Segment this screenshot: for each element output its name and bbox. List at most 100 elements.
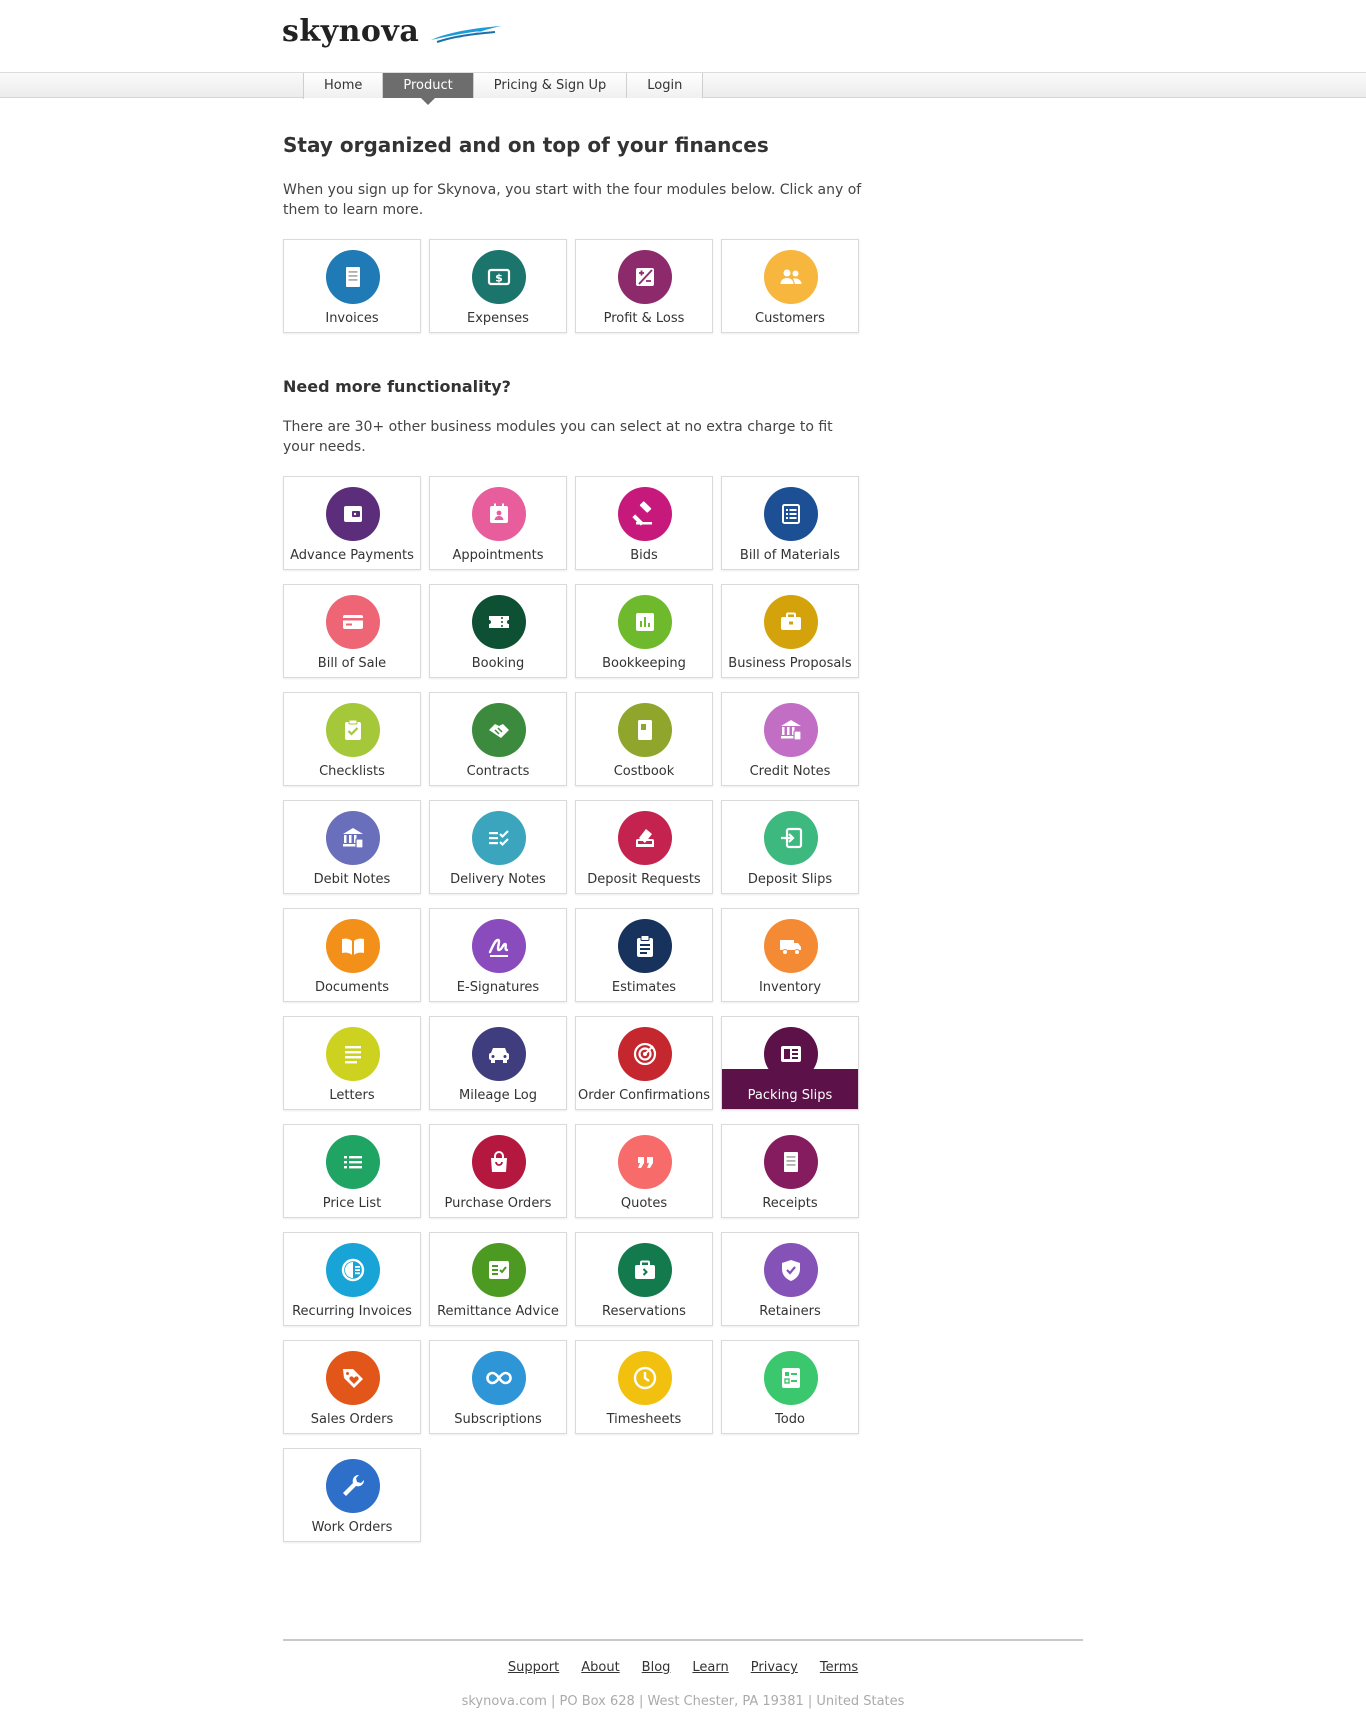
module-tile-packing-slips[interactable]: Packing Slips [721, 1016, 859, 1110]
module-tile-advance-payments[interactable]: Advance Payments [283, 476, 421, 570]
briefcase-arrow-icon [618, 1243, 672, 1297]
module-tile-bill-of-sale[interactable]: Bill of Sale [283, 584, 421, 678]
module-tile-booking[interactable]: Booking [429, 584, 567, 678]
more-functionality-title: Need more functionality? [283, 377, 511, 396]
bank-icon [326, 811, 380, 865]
page-title: Stay organized and on top of your financ… [283, 133, 769, 157]
module-tile-letters[interactable]: Letters [283, 1016, 421, 1110]
module-tile-estimates[interactable]: Estimates [575, 908, 713, 1002]
module-tile-documents[interactable]: Documents [283, 908, 421, 1002]
logo[interactable]: skynova [282, 14, 503, 49]
module-label: Quotes [620, 1196, 668, 1211]
calendar-icon [472, 487, 526, 541]
module-tile-bill-of-materials[interactable]: Bill of Materials [721, 476, 859, 570]
module-tile-invoices[interactable]: Invoices [283, 239, 421, 333]
module-tile-subscriptions[interactable]: Subscriptions [429, 1340, 567, 1434]
module-tile-business-proposals[interactable]: Business Proposals [721, 584, 859, 678]
module-tile-timesheets[interactable]: Timesheets [575, 1340, 713, 1434]
module-label: Booking [471, 656, 525, 671]
module-tile-work-orders[interactable]: Work Orders [283, 1448, 421, 1542]
module-tile-price-list[interactable]: Price List [283, 1124, 421, 1218]
main-nav: Home Product Pricing & Sign Up Login [303, 73, 704, 105]
briefcase-icon [764, 595, 818, 649]
module-tile-deposit-requests[interactable]: Deposit Requests [575, 800, 713, 894]
module-tile-bookkeeping[interactable]: Bookkeeping [575, 584, 713, 678]
module-tile-order-confirmations[interactable]: Order Confirmations [575, 1016, 713, 1110]
ticket-icon [472, 595, 526, 649]
module-tile-receipts[interactable]: Receipts [721, 1124, 859, 1218]
module-label: Customers [755, 311, 825, 326]
module-tile-remittance-advice[interactable]: Remittance Advice [429, 1232, 567, 1326]
module-tile-retainers[interactable]: Retainers [721, 1232, 859, 1326]
module-label: Bill of Materials [739, 548, 841, 563]
module-tile-reservations[interactable]: Reservations [575, 1232, 713, 1326]
price-list-icon [326, 1135, 380, 1189]
module-tile-expenses[interactable]: $ Expenses [429, 239, 567, 333]
module-tile-deposit-slips[interactable]: Deposit Slips [721, 800, 859, 894]
module-tile-costbook[interactable]: Costbook [575, 692, 713, 786]
module-label: Advance Payments [290, 548, 414, 563]
module-label: Receipts [762, 1196, 818, 1211]
module-tile-inventory[interactable]: Inventory [721, 908, 859, 1002]
site-header: skynova [0, 0, 1366, 72]
module-label: Price List [322, 1196, 382, 1211]
nav-tab-product[interactable]: Product [383, 73, 474, 105]
module-tile-todo[interactable]: Todo [721, 1340, 859, 1434]
module-tile-delivery-notes[interactable]: Delivery Notes [429, 800, 567, 894]
module-tile-quotes[interactable]: Quotes [575, 1124, 713, 1218]
module-label: Sales Orders [310, 1412, 394, 1427]
receipt-icon [764, 1135, 818, 1189]
nav-tab-login[interactable]: Login [627, 73, 704, 98]
module-label: Order Confirmations [578, 1088, 710, 1103]
module-tile-mileage-log[interactable]: Mileage Log [429, 1016, 567, 1110]
module-label: Timesheets [606, 1412, 682, 1427]
module-label: Todo [775, 1412, 805, 1427]
module-tile-checklists[interactable]: Checklists [283, 692, 421, 786]
footer-link-blog[interactable]: Blog [642, 1660, 671, 1675]
module-label: Letters [329, 1088, 375, 1103]
module-label: Bookkeeping [602, 656, 686, 671]
module-label: Inventory [758, 980, 822, 995]
sign-in-icon [764, 811, 818, 865]
infinity-icon [472, 1351, 526, 1405]
module-tile-purchase-orders[interactable]: Purchase Orders [429, 1124, 567, 1218]
footer-links: Support About Blog Learn Privacy Terms [283, 1660, 1083, 1675]
module-tile-e-signatures[interactable]: E-Signatures [429, 908, 567, 1002]
bank-icon [764, 703, 818, 757]
module-tile-appointments[interactable]: Appointments [429, 476, 567, 570]
footer-link-privacy[interactable]: Privacy [751, 1660, 798, 1675]
car-icon [472, 1027, 526, 1081]
nav-tab-pricing-sign-up[interactable]: Pricing & Sign Up [473, 73, 628, 98]
footer-divider [283, 1639, 1083, 1641]
module-label: Business Proposals [728, 656, 852, 671]
clipboard-check-icon [326, 703, 380, 757]
module-tile-customers[interactable]: Customers [721, 239, 859, 333]
users-icon [764, 250, 818, 304]
footer-link-learn[interactable]: Learn [692, 1660, 728, 1675]
module-label: Deposit Slips [747, 872, 833, 887]
footer-link-about[interactable]: About [581, 1660, 619, 1675]
module-tile-sales-orders[interactable]: Sales Orders [283, 1340, 421, 1434]
module-tile-contracts[interactable]: Contracts [429, 692, 567, 786]
module-tile-bids[interactable]: Bids [575, 476, 713, 570]
more-functionality-intro: There are 30+ other business modules you… [283, 419, 833, 455]
navigation-bar: Home Product Pricing & Sign Up Login [0, 72, 1366, 105]
module-tile-recurring-invoices[interactable]: Recurring Invoices [283, 1232, 421, 1326]
chart-icon [618, 595, 672, 649]
quote-icon [618, 1135, 672, 1189]
half-circle-icon [326, 1243, 380, 1297]
todo-icon [764, 1351, 818, 1405]
module-tile-credit-notes[interactable]: Credit Notes [721, 692, 859, 786]
wrench-icon [326, 1459, 380, 1513]
newspaper-icon [764, 1027, 818, 1081]
footer-link-terms[interactable]: Terms [820, 1660, 858, 1675]
module-label: Appointments [452, 548, 544, 563]
open-book-icon [326, 919, 380, 973]
module-tile-profit-loss[interactable]: Profit & Loss [575, 239, 713, 333]
tag-heart-icon [326, 1351, 380, 1405]
footer-link-support[interactable]: Support [508, 1660, 559, 1675]
module-tile-debit-notes[interactable]: Debit Notes [283, 800, 421, 894]
module-label: Costbook [613, 764, 675, 779]
module-label: Retainers [759, 1304, 821, 1319]
nav-tab-home[interactable]: Home [304, 73, 384, 98]
